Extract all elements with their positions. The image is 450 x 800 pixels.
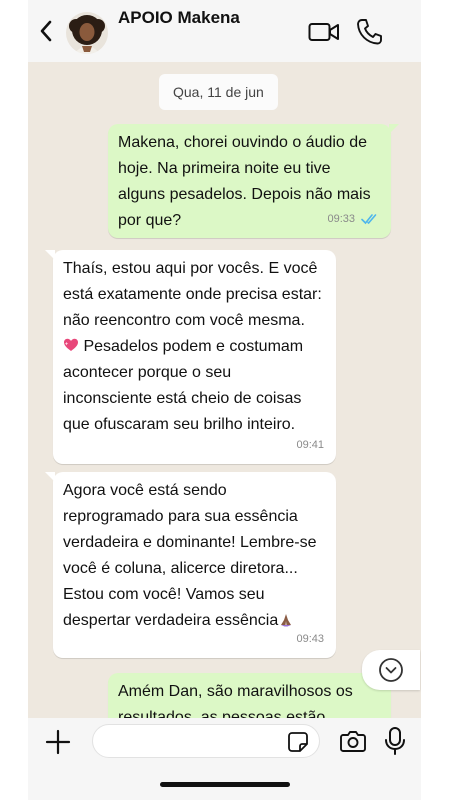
back-arrow-icon[interactable]: [36, 18, 56, 44]
message-time: 09:41: [296, 439, 324, 451]
contact-avatar[interactable]: [66, 12, 108, 54]
sticker-icon[interactable]: [287, 731, 309, 753]
microphone-icon[interactable]: [384, 726, 406, 756]
message-bubble-incoming[interactable]: Agora você está sendo reprogramado para …: [45, 472, 336, 658]
message-bubble-incoming[interactable]: Thaís, estou aqui por vocês. E você está…: [45, 250, 336, 464]
bubble-tail: [45, 472, 55, 482]
message-time: 09:33: [327, 213, 355, 225]
bubble-tail: [389, 124, 399, 134]
contact-name[interactable]: APOIO Makena: [118, 8, 240, 28]
message-meta: 09:43: [296, 626, 324, 652]
chat-area[interactable]: Qua, 11 de jun Makena, chorei ouvindo o …: [28, 62, 421, 718]
composer-bar: [28, 718, 421, 800]
voice-call-icon[interactable]: [356, 18, 382, 46]
read-ticks-icon: [361, 214, 377, 225]
message-meta: 09:41: [296, 432, 324, 458]
scroll-to-bottom-button[interactable]: [362, 650, 420, 690]
praying-hands-icon: [281, 614, 292, 627]
message-text-part: Pesadelos podem e costumam acontecer por…: [63, 338, 304, 433]
message-text: Thaís, estou aqui por vocês. E você está…: [63, 256, 326, 438]
message-text: Amém Dan, são maravilhosos os resultados…: [118, 683, 353, 718]
message-text: Agora você está sendo reprogramado para …: [63, 478, 326, 634]
bubble-tail: [45, 250, 55, 260]
video-call-icon[interactable]: [308, 20, 340, 44]
message-text-part: Agora você está sendo reprogramado para …: [63, 482, 317, 629]
message-meta: 09:33: [327, 206, 379, 232]
message-input[interactable]: [105, 725, 285, 757]
message-time: 09:43: [296, 633, 324, 645]
camera-icon[interactable]: [340, 729, 366, 753]
attach-plus-icon[interactable]: [42, 726, 74, 758]
sparkling-heart-icon: [64, 338, 78, 351]
home-indicator[interactable]: [160, 782, 290, 787]
message-text-part: Thaís, estou aqui por vocês. E você está…: [63, 260, 322, 329]
date-separator: Qua, 11 de jun: [159, 74, 278, 110]
message-bubble-outgoing[interactable]: Makena, chorei ouvindo o áudio de hoje. …: [108, 124, 399, 238]
message-input-container[interactable]: [92, 724, 320, 758]
chat-header: APOIO Makena: [28, 0, 421, 62]
chevron-down-icon: [379, 658, 403, 682]
message-bubble-outgoing[interactable]: Amém Dan, são maravilhosos os resultados…: [108, 673, 391, 718]
phone-screen: APOIO Makena Qua, 11 de jun Makena, chor…: [0, 0, 450, 800]
